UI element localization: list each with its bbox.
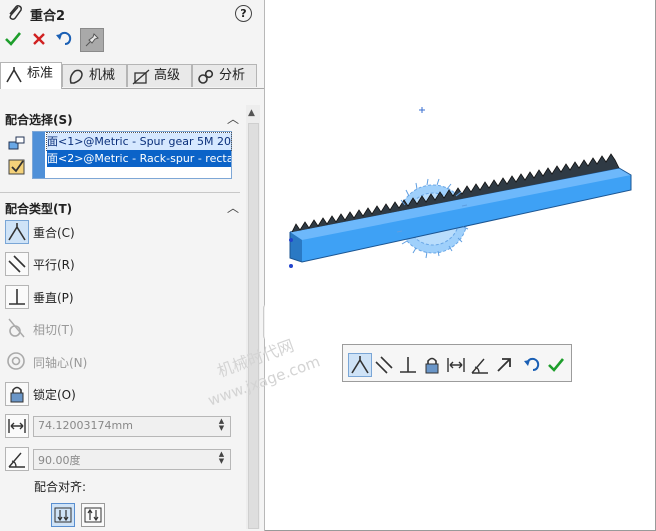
cam-icon (69, 69, 83, 84)
distance-value: 74.12003174mm (38, 419, 133, 432)
mate-type-heading[interactable]: 配合类型(T) (5, 200, 72, 217)
mate-point-marker (289, 264, 293, 268)
coincident-mate-icon (6, 67, 22, 83)
concentric-label: 同轴心(N) (33, 356, 88, 370)
mate-popup-toolbar (342, 344, 572, 382)
popup-undo-button[interactable] (520, 353, 544, 377)
panel-title: 重合2 (30, 9, 66, 24)
popup-angle-button[interactable] (468, 353, 492, 377)
pin-button[interactable] (80, 28, 104, 52)
mate-selection-list[interactable]: 面<1>@Metric - Spur gear 5M 20T 面<2>@Metr… (32, 131, 232, 179)
perpendicular-label: 垂直(P) (33, 291, 74, 305)
popup-ok-button[interactable] (544, 353, 568, 377)
popup-parallel-button[interactable] (372, 353, 396, 377)
section-divider (0, 192, 240, 193)
help-button[interactable]: ? (235, 5, 252, 22)
mate-type-lock[interactable]: 锁定(O) (5, 382, 205, 406)
scrollbar-thumb[interactable] (248, 123, 259, 529)
gears-icon (198, 69, 214, 84)
angle-icon[interactable] (5, 447, 29, 471)
graphics-viewport[interactable]: 机械时代网 www.jxage.com (205, 0, 655, 530)
property-manager-panel: 重合2 ? 标准 机械 高级 分析 ▲ 配合选择(S) ︿ 面<1>@Metri… (0, 0, 265, 531)
rack-model[interactable] (289, 153, 632, 268)
coincident-label: 重合(C) (33, 226, 75, 240)
popup-lock-button[interactable] (420, 353, 444, 377)
selection-item-1[interactable]: 面<1>@Metric - Spur gear 5M 20T (46, 132, 232, 151)
tab-standard[interactable]: 标准 (0, 62, 62, 89)
mate-point-marker (289, 238, 293, 242)
lock-icon (5, 382, 29, 406)
tangent-label: 相切(T) (33, 323, 74, 337)
angle-field[interactable]: 90.00度 ▲ ▼ (33, 449, 231, 470)
selection-item-2[interactable]: 面<2>@Metric - Rack-spur - rectan (47, 150, 231, 167)
tab-strip: 标准 机械 高级 分析 (0, 62, 264, 89)
mate-alignment-label: 配合对齐: (34, 480, 87, 494)
tab-analysis-label: 分析 (219, 68, 246, 83)
coincident-icon (351, 356, 369, 374)
lock-label: 锁定(O) (33, 388, 76, 402)
mate-entities-icon (8, 136, 25, 150)
tab-mechanical-label: 机械 (89, 68, 116, 83)
parallel-icon (5, 252, 29, 276)
popup-distance-button[interactable] (444, 353, 468, 377)
paperclip-icon (9, 5, 22, 20)
concentric-icon (7, 352, 25, 370)
popup-flip-alignment-button[interactable] (492, 353, 516, 377)
undo-icon (524, 357, 540, 371)
mate-check-icon (8, 159, 25, 175)
anti-aligned-icon (84, 507, 102, 523)
distance-field[interactable]: 74.12003174mm ▲ ▼ (33, 416, 231, 437)
pin-icon (85, 33, 99, 47)
undo-icon[interactable] (53, 28, 75, 50)
action-bar (0, 28, 264, 54)
selection-list-accent (33, 132, 45, 178)
arrow-up-right-icon (497, 358, 511, 372)
mate-type-concentric: 同轴心(N) (5, 350, 205, 374)
distance-icon[interactable] (5, 414, 29, 438)
mate-type-parallel[interactable]: 平行(R) (5, 252, 205, 276)
perpendicular-icon (400, 357, 416, 373)
mate-type-coincident[interactable]: 重合(C) (5, 220, 205, 244)
parallel-icon (375, 356, 393, 374)
cancel-x-icon[interactable] (28, 28, 50, 50)
angle-spinner-icon[interactable]: ▲ ▼ (215, 451, 228, 466)
popup-coincident-button[interactable] (348, 353, 372, 377)
mate-selection-heading[interactable]: 配合选择(S) (5, 111, 73, 128)
tangent-icon (8, 318, 25, 338)
origin-crosshair-icon (419, 107, 425, 113)
anti-aligned-button[interactable] (81, 503, 105, 527)
tab-analysis[interactable]: 分析 (192, 64, 257, 87)
mate-type-perpendicular[interactable]: 垂直(P) (5, 285, 205, 309)
parallel-label: 平行(R) (33, 258, 75, 272)
model-view[interactable] (265, 0, 655, 530)
scroll-up-arrow-icon[interactable]: ▲ (248, 108, 255, 118)
tab-advanced-label: 高级 (154, 68, 181, 83)
lock-icon (425, 357, 439, 374)
panel-scrollbar[interactable]: ▲ (246, 105, 260, 529)
perpendicular-icon (5, 285, 29, 309)
advanced-mate-icon (132, 69, 150, 85)
tab-mechanical[interactable]: 机械 (62, 64, 127, 87)
coincident-icon (5, 220, 29, 244)
popup-perpendicular-button[interactable] (396, 353, 420, 377)
collapse-chevron-icon[interactable]: ︿ (227, 199, 239, 216)
panel-titlebar: 重合2 ? (0, 0, 264, 26)
tab-advanced[interactable]: 高级 (127, 64, 192, 87)
ok-check-icon (548, 358, 565, 372)
ok-check-icon[interactable] (2, 28, 24, 50)
angle-value: 90.00度 (38, 454, 81, 467)
aligned-button[interactable] (51, 503, 75, 527)
distance-spinner-icon[interactable]: ▲ ▼ (215, 418, 228, 433)
tab-standard-label: 标准 (27, 66, 54, 81)
mate-type-tangent: 相切(T) (5, 317, 205, 341)
distance-icon (447, 358, 465, 372)
angle-icon (471, 358, 488, 374)
collapse-chevron-icon[interactable]: ︿ (227, 110, 239, 127)
aligned-icon (54, 507, 72, 523)
